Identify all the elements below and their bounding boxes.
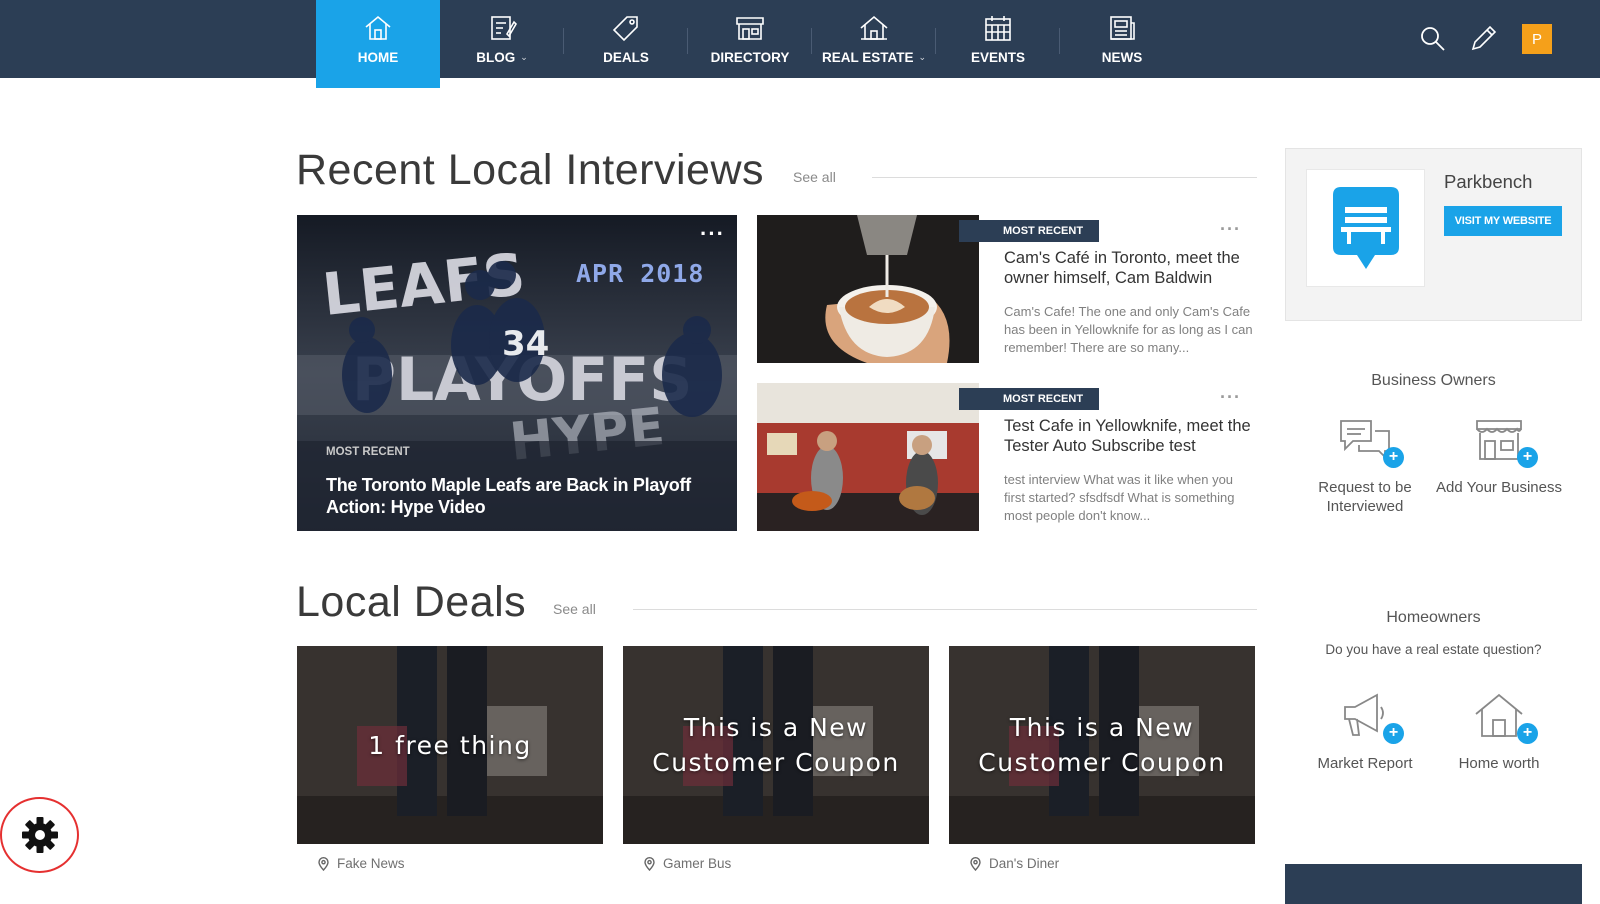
nav-item-home[interactable]: HOME	[316, 0, 440, 88]
homeowners-question: Do you have a real estate question?	[1325, 642, 1542, 657]
edit-button[interactable]	[1458, 0, 1508, 78]
business-logo[interactable]	[1306, 169, 1425, 287]
deal-card[interactable]: This is a New Customer Coupon	[623, 646, 929, 844]
settings-button[interactable]	[0, 797, 79, 873]
house-icon	[858, 12, 890, 44]
most-recent-badge: MOST RECENT	[959, 388, 1099, 410]
top-right-actions: P	[1408, 0, 1600, 78]
plus-icon: +	[1517, 723, 1538, 744]
more-options-icon[interactable]: ···	[1220, 219, 1241, 240]
newspaper-icon	[1107, 12, 1137, 44]
location-pin-icon	[644, 856, 655, 871]
business-owners-heading: Business Owners	[1371, 372, 1496, 389]
location-pin-icon	[318, 856, 329, 871]
nav-label-news: NEWS	[1101, 50, 1143, 65]
deal-location: Dan's Diner	[970, 856, 1059, 871]
storefront-icon	[734, 12, 766, 44]
request-interview-label: Request to be Interviewed	[1318, 479, 1412, 515]
nav-item-real-estate[interactable]: REAL ESTATE ⌄	[812, 0, 936, 78]
nav-item-directory[interactable]: DIRECTORY	[688, 0, 812, 78]
gear-icon	[21, 817, 58, 853]
section-divider	[872, 177, 1257, 178]
blog-icon	[487, 12, 517, 44]
nav-label-events: EVENTS	[970, 50, 1025, 65]
deal-location-name[interactable]: Dan's Diner	[989, 856, 1059, 871]
deal-location-name[interactable]: Gamer Bus	[663, 856, 731, 871]
tag-icon	[611, 12, 641, 44]
nav-label-deals: DEALS	[603, 50, 649, 65]
chevron-down-icon: ⌄	[918, 52, 927, 62]
nav-label-blog: BLOG	[476, 50, 516, 65]
nav-item-deals[interactable]: DEALS	[564, 0, 688, 78]
interview-card: MOST RECENT ··· Test Cafe in Yellowknife…	[757, 383, 1255, 533]
interview-thumbnail-coffee[interactable]	[757, 215, 979, 363]
interviews-see-all-link[interactable]: See all	[793, 169, 836, 185]
deal-location: Gamer Bus	[644, 856, 731, 871]
park-bench-icon	[1332, 187, 1399, 269]
nav-label-home: HOME	[357, 50, 399, 65]
search-button[interactable]	[1408, 0, 1458, 78]
nav-item-blog[interactable]: BLOG ⌄	[440, 0, 564, 78]
plus-icon: +	[1383, 723, 1404, 744]
feature-interview-card[interactable]: LEAFS PLAYOFFS HYPE 34 APR 2018 ··· MOST…	[297, 215, 737, 531]
market-report-label: Market Report	[1317, 755, 1413, 772]
deal-location: Fake News	[318, 856, 405, 871]
more-options-icon[interactable]: ···	[1220, 387, 1241, 408]
feature-title[interactable]: The Toronto Maple Leafs are Back in Play…	[326, 474, 706, 518]
section-divider	[633, 609, 1257, 610]
interview-excerpt: test interview What was it like when you…	[1004, 472, 1235, 523]
sidebar-bottom-panel	[1285, 864, 1582, 904]
home-worth-action[interactable]: + Home worth	[1434, 686, 1564, 773]
nav-label-directory: DIRECTORY	[710, 50, 790, 65]
pencil-icon	[1471, 25, 1497, 51]
add-business-label: Add Your Business	[1436, 479, 1562, 496]
business-profile-card: Parkbench VISIT MY WEBSITE	[1285, 148, 1582, 321]
interview-title[interactable]: Test Cafe in Yellowknife, meet the Teste…	[1004, 416, 1254, 456]
interviews-section-title: Recent Local Interviews	[296, 146, 764, 194]
calendar-icon	[983, 12, 1013, 44]
interview-title[interactable]: Cam's Café in Toronto, meet the owner hi…	[1004, 248, 1254, 288]
interview-thumbnail-band[interactable]	[757, 383, 979, 531]
avatar[interactable]: P	[1522, 24, 1552, 54]
deals-see-all-link[interactable]: See all	[553, 601, 596, 617]
interview-card: MOST RECENT ··· Cam's Café in Toronto, m…	[757, 215, 1255, 365]
home-icon	[363, 12, 393, 44]
chevron-down-icon: ⌄	[520, 52, 528, 62]
homeowners-heading: Homeowners	[1386, 609, 1481, 626]
deal-location-name[interactable]: Fake News	[337, 856, 405, 871]
top-nav-bar: HOME BLOG ⌄ DEALS DIRECTORY REAL ESTATE …	[0, 0, 1600, 88]
nav-item-events[interactable]: EVENTS	[936, 0, 1060, 78]
visit-website-button[interactable]: VISIT MY WEBSITE	[1444, 206, 1562, 236]
svg-text:34: 34	[502, 324, 549, 364]
nav-label-real-estate: REAL ESTATE	[821, 50, 914, 65]
main-nav: HOME BLOG ⌄ DEALS DIRECTORY REAL ESTATE …	[316, 0, 1184, 88]
deal-card[interactable]: 1 free thing	[297, 646, 603, 844]
interview-excerpt: Cam's Cafe! The one and only Cam's Cafe …	[1004, 304, 1253, 355]
market-report-action[interactable]: + Market Report	[1300, 686, 1430, 773]
deals-section-title: Local Deals	[296, 578, 527, 626]
search-icon	[1421, 27, 1445, 51]
plus-icon: +	[1517, 447, 1538, 468]
add-business-action[interactable]: + Add Your Business	[1434, 410, 1564, 497]
more-options-icon[interactable]: ···	[700, 221, 725, 247]
most-recent-badge: MOST RECENT	[959, 220, 1099, 242]
deal-card[interactable]: This is a New Customer Coupon	[949, 646, 1255, 844]
request-interview-action[interactable]: + Request to be Interviewed	[1300, 410, 1430, 516]
location-pin-icon	[970, 856, 981, 871]
home-worth-label: Home worth	[1458, 755, 1540, 772]
business-name: Parkbench	[1444, 171, 1533, 192]
nav-item-news[interactable]: NEWS	[1060, 0, 1184, 78]
plus-icon: +	[1383, 447, 1404, 468]
feature-image-date: APR 2018	[576, 259, 705, 288]
deal-title: This is a New Customer Coupon	[652, 713, 900, 777]
deal-title: This is a New Customer Coupon	[978, 713, 1226, 777]
feature-badge: MOST RECENT	[326, 446, 410, 458]
deal-title: 1 free thing	[368, 730, 532, 760]
